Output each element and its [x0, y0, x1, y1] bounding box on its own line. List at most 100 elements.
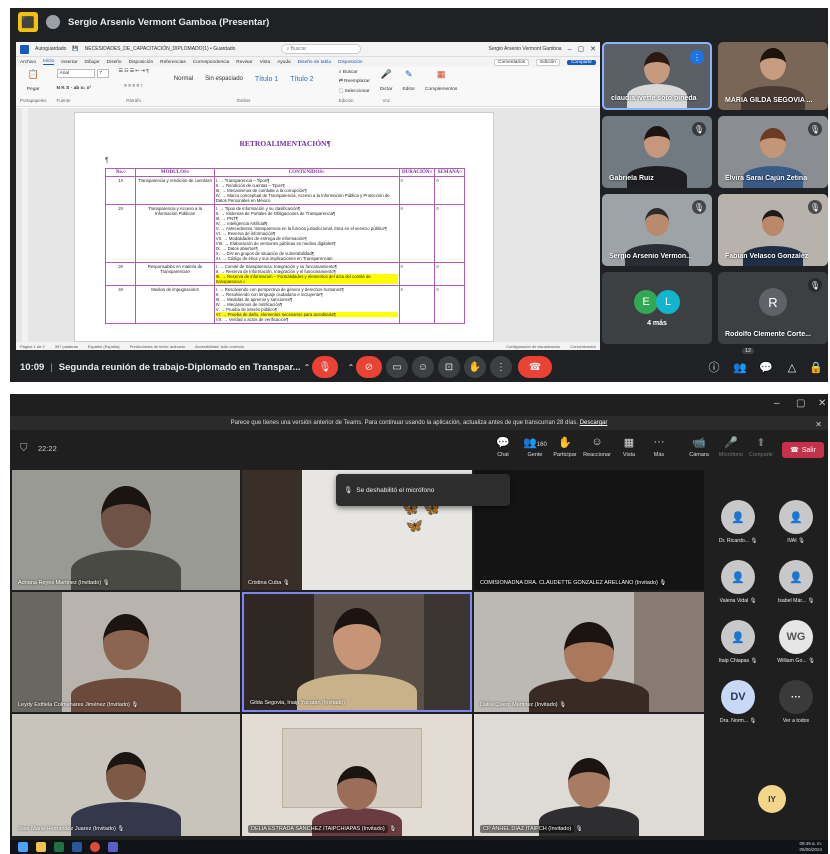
minimize-icon[interactable]: –	[774, 398, 780, 409]
cell-module[interactable]: Transparencia y rendición de cuentas¤	[135, 176, 215, 205]
view-all-button[interactable]: ··· Ver a todos	[768, 680, 824, 724]
present-screen-icon[interactable]: ⬛	[18, 12, 38, 32]
chrome-icon[interactable]	[90, 842, 100, 852]
cell-week[interactable]: ¤	[434, 285, 465, 324]
addins-icon[interactable]: ▦	[437, 69, 446, 80]
participant-tile[interactable]: 🎙 Fabian Velasco Gonzalez	[718, 194, 828, 266]
word-icon[interactable]	[72, 842, 82, 852]
raise-hand-icon[interactable]: ✋	[464, 356, 486, 378]
leave-button[interactable]: ☎ Salir	[782, 442, 824, 458]
style-normal[interactable]: Normal	[174, 76, 193, 82]
chat-button[interactable]: 💬 Chat	[488, 436, 518, 458]
participant-tile[interactable]: 🎙 Gabriela Ruiz	[602, 116, 712, 188]
select-button[interactable]: ⬚ Seleccionar	[339, 89, 370, 94]
editor-label[interactable]: Editor	[402, 87, 415, 92]
participant-tile[interactable]: ⋮ claudia ivette soto pineda	[602, 42, 712, 110]
dictate-label[interactable]: Dictar	[380, 87, 393, 92]
cell-week[interactable]: ¤	[434, 204, 465, 263]
react-button[interactable]: ☺ Reaccionar	[582, 436, 612, 458]
more-participants-tile[interactable]: E L 4 más	[602, 272, 712, 344]
menu-revisar[interactable]: Revisar	[236, 60, 252, 65]
cell-module[interactable]: Responsables en materia de Transparencia…	[135, 262, 215, 286]
video-tile[interactable]: DELIA ESTRADA SANCHEZ ITAIPCHIAPAS (Invi…	[242, 714, 472, 836]
video-tile-active-speaker[interactable]: Gilda Segovia, Inaip Yucatán (Invitado)	[242, 592, 472, 712]
emoji-icon[interactable]: ☺	[412, 356, 434, 378]
share-button[interactable]: ⬆ Compartir	[746, 436, 776, 458]
video-tile[interactable]: Dalila Quero Martinez (Invitado) 🎙	[474, 592, 704, 712]
host-controls-icon[interactable]: 🔒	[806, 357, 826, 377]
cell-module[interactable]: Transparencia y Acceso a la Información …	[135, 204, 215, 263]
download-link[interactable]: Descargar	[580, 420, 608, 426]
roster-item[interactable]: 👤 Itaip Chiapas 🎙	[710, 620, 766, 664]
autosave-label[interactable]: Autoguardado	[35, 46, 66, 52]
roster-item[interactable]: 👤 Valeria Vidal 🎙	[710, 560, 766, 604]
status-display-settings[interactable]: Configuración de visualización	[506, 344, 560, 349]
menu-disposicion[interactable]: Disposición	[129, 60, 154, 65]
complements-label[interactable]: Complementos	[425, 87, 457, 92]
raise-hand-button[interactable]: ✋ Participar	[550, 436, 580, 458]
chat-icon[interactable]: 💬	[756, 357, 776, 377]
participant-tile[interactable]: 🎙 Elvira Sarai Cajún Zetina	[718, 116, 828, 188]
system-clock[interactable]: 09:49 a. m. 06/06/2024	[799, 841, 822, 853]
cell-no[interactable]: 1¤	[104, 176, 137, 205]
leave-call-button[interactable]: ☎	[518, 356, 552, 378]
cell-no[interactable]: 4¤	[104, 285, 137, 324]
font-family-select[interactable]: Arial	[56, 69, 95, 78]
minimize-icon[interactable]: –	[568, 46, 572, 53]
menu-referencias[interactable]: Referencias	[160, 60, 186, 65]
paste-label[interactable]: Pegar	[27, 87, 40, 92]
file-explorer-icon[interactable]	[36, 842, 46, 852]
style-sin-espaciado[interactable]: Sin espaciado	[205, 76, 243, 82]
cell-contents[interactable]: I. → Transparencia – Tipos¶ II. → Rendici…	[213, 176, 400, 205]
mic-off-button[interactable]: 🎙	[312, 356, 338, 378]
more-options-icon[interactable]: ⋮	[690, 50, 704, 64]
participant-tile[interactable]: MARIA GILDA SEGOVIA ...	[718, 42, 828, 110]
editor-icon[interactable]: ✎	[405, 69, 413, 80]
info-icon[interactable]: ⓘ	[704, 357, 724, 377]
menu-correspondencia[interactable]: Correspondencia	[193, 60, 230, 65]
present-icon[interactable]: ⊡	[438, 356, 460, 378]
cell-contents[interactable]: I. → Tipos de información y su clasifica…	[213, 204, 400, 263]
comments-button[interactable]: Comentarios	[494, 58, 530, 66]
video-tile[interactable]: Adriana Reyes Martinez (Invitado) 🎙	[12, 470, 240, 590]
cell-week[interactable]: ¤	[434, 176, 465, 205]
teams-icon[interactable]	[108, 842, 118, 852]
word-search-box[interactable]: ⌕ Buscar	[281, 44, 362, 54]
close-icon[interactable]: ✕	[818, 398, 826, 409]
menu-vista[interactable]: Vista	[260, 60, 271, 65]
more-options-icon[interactable]: ⋮	[490, 356, 512, 378]
cell-duration[interactable]: ¤	[398, 176, 436, 205]
replace-button[interactable]: ⇄ Reemplazar	[339, 79, 370, 84]
cell-week[interactable]: ¤	[434, 262, 465, 286]
menu-dibujar[interactable]: Dibujar	[84, 60, 99, 65]
font-size-select[interactable]: 7	[96, 69, 109, 78]
save-icon[interactable]: 💾	[72, 46, 78, 52]
cell-duration[interactable]: ¤	[398, 262, 436, 286]
menu-ayuda[interactable]: Ayuda	[277, 60, 291, 65]
video-tile[interactable]: Jose Maria Hernandez Juarez (Invitado) 🎙	[12, 714, 240, 836]
style-titulo-1[interactable]: Título 1	[255, 76, 278, 83]
menu-diseno-tabla[interactable]: Diseño de tabla	[298, 60, 331, 65]
microphone-icon[interactable]: 🎤	[381, 69, 392, 80]
cell-contents[interactable]: I. → Resolviendo con perspectiva de géne…	[213, 285, 400, 324]
people-icon[interactable]: 👥	[730, 357, 750, 377]
video-tile[interactable]: CP ANHEL DIAZ ITAIPCH (Invitado) 🎙	[474, 714, 704, 836]
roster-item[interactable]: 👤 IVAI 🎙	[768, 500, 824, 544]
find-button[interactable]: ⌕ Buscar	[339, 69, 358, 75]
view-button[interactable]: ▦ Vista	[614, 436, 644, 458]
status-focus[interactable]: Concentración	[570, 344, 596, 349]
roster-item[interactable]: WG William Go... 🎙	[768, 620, 824, 664]
roster-item[interactable]: 👤 Dr. Ricardo... 🎙	[710, 500, 766, 544]
menu-disposicion-tabla[interactable]: Disposición	[338, 60, 363, 65]
excel-icon[interactable]	[54, 842, 64, 852]
style-titulo-2[interactable]: Título 2	[290, 76, 313, 83]
cell-no[interactable]: 2¤	[104, 204, 137, 263]
self-avatar[interactable]: IY	[758, 785, 786, 813]
video-tile[interactable]: Leydy Estfiela Colmenares Jiménez (Invit…	[12, 592, 240, 712]
maximize-icon[interactable]: ▢	[578, 45, 585, 53]
camera-button[interactable]: 📹 Cámara	[684, 436, 714, 458]
microphone-button[interactable]: 🎤 Micrófono	[716, 436, 746, 458]
roster-item[interactable]: 👤 Isabel Már... 🎙	[768, 560, 824, 604]
maximize-icon[interactable]: ▢	[796, 398, 805, 409]
menu-insertar[interactable]: Insertar	[61, 60, 77, 65]
